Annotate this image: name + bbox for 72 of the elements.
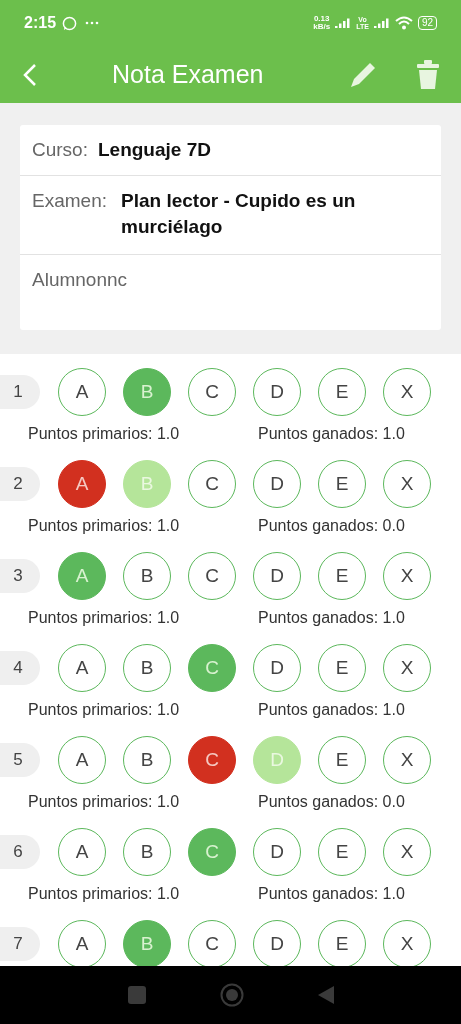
chat-icon bbox=[62, 15, 78, 31]
question-number: 5 bbox=[0, 743, 40, 777]
answer-option[interactable]: D bbox=[253, 368, 301, 416]
battery-indicator: 92 bbox=[417, 16, 437, 30]
earned-points: Puntos ganados: 1.0 bbox=[258, 608, 405, 628]
answer-option[interactable]: E bbox=[318, 828, 366, 876]
info-value: Lenguaje 7D bbox=[97, 138, 211, 162]
answer-option[interactable]: X bbox=[383, 736, 431, 784]
answer-option[interactable]: X bbox=[383, 368, 431, 416]
answer-option[interactable]: E bbox=[318, 460, 366, 508]
answer-option[interactable]: B bbox=[123, 552, 171, 600]
net-speed-unit: kB/s bbox=[313, 23, 331, 31]
signal-icon bbox=[335, 18, 352, 28]
primary-points: Puntos primarios: 1.0 bbox=[28, 884, 181, 904]
answer-option[interactable]: D bbox=[253, 828, 301, 876]
answer-option[interactable]: X bbox=[383, 460, 431, 508]
wifi-icon bbox=[394, 16, 413, 30]
info-label: Curso: bbox=[32, 138, 88, 162]
earned-points: Puntos ganados: 0.0 bbox=[258, 516, 405, 536]
answer-option[interactable]: D bbox=[253, 920, 301, 966]
answer-option[interactable]: C bbox=[188, 920, 236, 966]
question-number: 3 bbox=[0, 559, 40, 593]
question-number: 2 bbox=[0, 467, 40, 501]
answer-option[interactable]: D bbox=[253, 460, 301, 508]
info-label: Examen: bbox=[32, 189, 107, 213]
answer-option[interactable]: A bbox=[58, 920, 106, 966]
info-value: Plan lector - Cupido es un murciélago bbox=[121, 189, 357, 239]
question-number: 7 bbox=[0, 927, 40, 961]
answer-option[interactable]: A bbox=[58, 368, 106, 416]
earned-points: Puntos ganados: 1.0 bbox=[258, 424, 405, 444]
back-icon[interactable] bbox=[22, 62, 38, 87]
earned-points: Puntos ganados: 1.0 bbox=[258, 700, 405, 720]
screen-title: Nota Examen bbox=[112, 58, 264, 90]
answer-option[interactable]: E bbox=[318, 368, 366, 416]
earned-points: Puntos ganados: 1.0 bbox=[258, 884, 405, 904]
signal-icon bbox=[373, 18, 390, 28]
question-number: 6 bbox=[0, 835, 40, 869]
net-speed: 0.13 bbox=[313, 15, 330, 23]
answer-option[interactable]: E bbox=[318, 920, 366, 966]
home-icon[interactable] bbox=[219, 983, 244, 1007]
square-icon[interactable] bbox=[127, 986, 146, 1004]
answer-option[interactable]: D bbox=[253, 644, 301, 692]
primary-points: Puntos primarios: 1.0 bbox=[28, 516, 181, 536]
answer-option[interactable]: B bbox=[123, 736, 171, 784]
answer-option[interactable]: A bbox=[58, 828, 106, 876]
primary-points: Puntos primarios: 1.0 bbox=[28, 792, 181, 812]
answer-option[interactable]: X bbox=[383, 828, 431, 876]
answer-option[interactable]: A bbox=[58, 736, 106, 784]
answer-option[interactable]: X bbox=[383, 644, 431, 692]
back-triangle-icon[interactable] bbox=[317, 986, 334, 1004]
earned-points: Puntos ganados: 0.0 bbox=[258, 792, 405, 812]
answer-option[interactable]: C bbox=[188, 552, 236, 600]
answer-option[interactable]: X bbox=[383, 920, 431, 966]
trash-icon[interactable] bbox=[417, 59, 439, 90]
answer-option[interactable]: E bbox=[318, 736, 366, 784]
more-icon bbox=[85, 21, 100, 25]
primary-points: Puntos primarios: 1.0 bbox=[28, 608, 181, 628]
answer-option[interactable]: B bbox=[123, 828, 171, 876]
primary-points: Puntos primarios: 1.0 bbox=[28, 424, 181, 444]
answer-option[interactable]: E bbox=[318, 552, 366, 600]
answer-option[interactable]: B bbox=[123, 644, 171, 692]
question-number: 4 bbox=[0, 651, 40, 685]
status-time: 2:15 bbox=[24, 13, 57, 33]
primary-points: Puntos primarios: 1.0 bbox=[28, 700, 181, 720]
info-label: Alumnonnc bbox=[32, 268, 128, 292]
answer-option[interactable]: X bbox=[383, 552, 431, 600]
answer-option[interactable]: C bbox=[188, 460, 236, 508]
answer-option[interactable]: E bbox=[318, 644, 366, 692]
question-number: 1 bbox=[0, 375, 40, 409]
answer-option[interactable]: A bbox=[58, 644, 106, 692]
answer-option[interactable]: C bbox=[188, 368, 236, 416]
answer-option[interactable]: D bbox=[253, 552, 301, 600]
